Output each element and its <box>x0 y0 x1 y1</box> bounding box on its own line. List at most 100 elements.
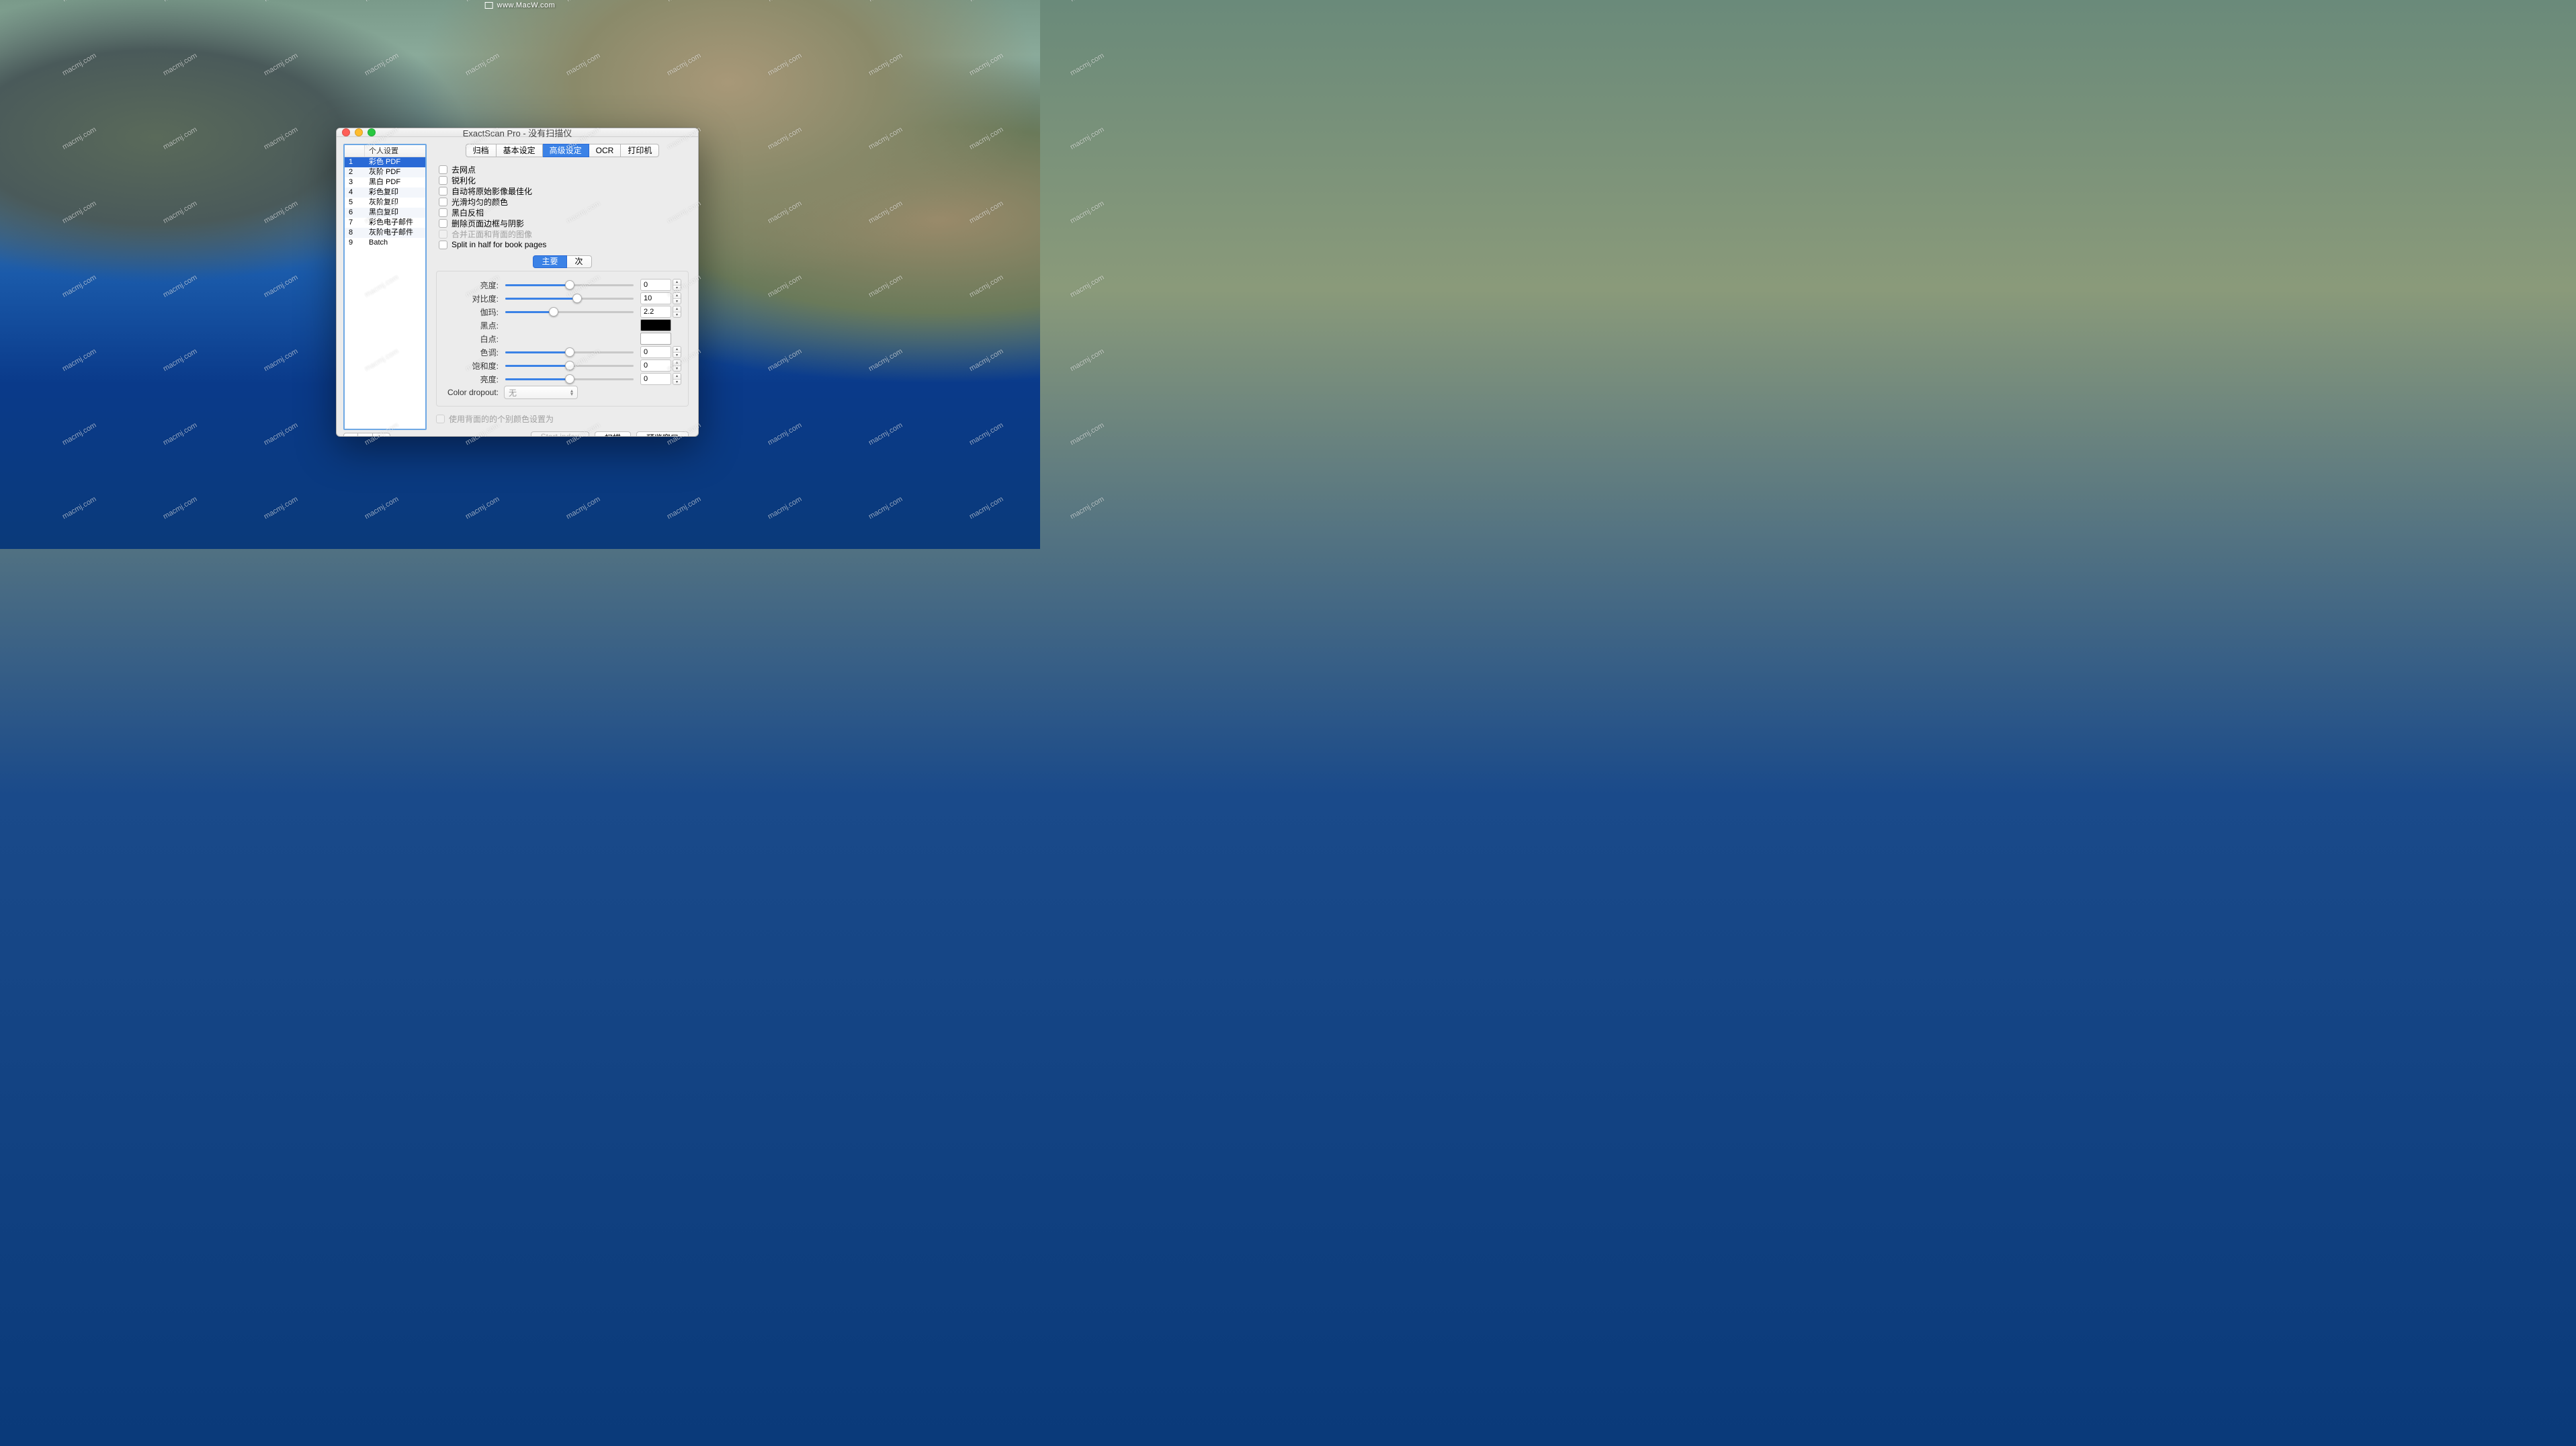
checkbox[interactable] <box>439 165 447 174</box>
list-item-num: 5 <box>345 198 365 208</box>
tab-基本设定[interactable]: 基本设定 <box>497 144 543 157</box>
tab-高级设定[interactable]: 高级设定 <box>543 144 589 157</box>
list-item[interactable]: 4彩色复印 <box>345 187 425 198</box>
tab-OCR[interactable]: OCR <box>589 144 621 157</box>
minimize-icon[interactable] <box>355 128 363 136</box>
slider-row-gamma: 伽玛:2.2▴▾ <box>441 305 681 318</box>
stepper[interactable]: ▴▾ <box>673 373 681 385</box>
watermark: macmj.com <box>162 273 199 300</box>
subtab-次[interactable]: 次 <box>567 255 592 268</box>
watermark: macmj.com <box>767 421 804 448</box>
remove-button[interactable]: − <box>358 433 373 437</box>
chevron-down-icon[interactable]: ▾ <box>673 366 681 372</box>
watermark: macmj.com <box>968 52 1005 78</box>
chevron-down-icon[interactable]: ▾ <box>673 353 681 358</box>
watermark: macmj.com <box>767 0 804 3</box>
color-swatch[interactable] <box>640 319 671 331</box>
slider-brightness[interactable] <box>504 278 635 292</box>
use-back-label: 使用背面的的个别颜色设置为 <box>449 413 554 425</box>
stepper[interactable]: ▴▾ <box>673 346 681 358</box>
watermark: macmj.com <box>867 347 904 374</box>
slider-value[interactable]: 0 <box>640 279 671 291</box>
watermark: macmj.com <box>1069 126 1106 152</box>
chevron-up-icon[interactable]: ▴ <box>673 374 681 380</box>
checkbox-row[interactable]: 去网点 <box>439 164 689 175</box>
scan-button[interactable]: 扫描 <box>595 431 631 437</box>
stepper[interactable]: ▴▾ <box>673 359 681 372</box>
checkbox-row[interactable]: 光滑均匀的颜色 <box>439 196 689 207</box>
tab-打印机[interactable]: 打印机 <box>621 144 659 157</box>
list-item[interactable]: 8灰阶电子邮件 <box>345 228 425 238</box>
watermark: macmj.com <box>666 52 703 78</box>
preview-button[interactable]: 预览窗口 <box>636 431 689 437</box>
chevron-down-icon[interactable]: ▾ <box>673 312 681 318</box>
slider-label: 色调: <box>441 347 504 358</box>
watermark: macmj.com <box>867 52 904 78</box>
watermark: macmj.com <box>162 200 199 226</box>
preset-list[interactable]: 个人设置 1彩色 PDF2灰阶 PDF3黑白 PDF4彩色复印5灰阶复印6黑白复… <box>343 144 427 430</box>
tab-归档[interactable]: 归档 <box>466 144 497 157</box>
chevron-up-icon[interactable]: ▴ <box>673 347 681 353</box>
slider-value[interactable]: 0 <box>640 373 671 385</box>
list-item-num: 9 <box>345 238 365 248</box>
watermark: macmj.com <box>263 421 300 448</box>
titlebar[interactable]: ExactScan Pro - 没有扫描仪 <box>337 128 698 137</box>
list-item[interactable]: 1彩色 PDF <box>345 157 425 167</box>
checkbox-row[interactable]: Split in half for book pages <box>439 239 689 250</box>
sidebar-buttons: + − ✻▾ <box>343 433 427 437</box>
footer: Start index 扫描 预览窗口 <box>436 425 689 437</box>
chevron-up-icon[interactable]: ▴ <box>673 360 681 366</box>
color-dropout-dropdown[interactable]: 无 ▴▾ <box>504 386 578 399</box>
checkbox[interactable] <box>439 208 447 217</box>
checkbox[interactable] <box>439 187 447 196</box>
add-button[interactable]: + <box>343 433 358 437</box>
slider-saturation[interactable] <box>504 359 635 372</box>
slider-value[interactable]: 2.2 <box>640 306 671 318</box>
list-item[interactable]: 5灰阶复印 <box>345 198 425 208</box>
slider-label: 饱和度: <box>441 360 504 372</box>
checkbox-label: 删除页面边框与阴影 <box>452 218 524 229</box>
stepper[interactable]: ▴▾ <box>673 279 681 291</box>
list-item-name: 彩色复印 <box>365 187 425 198</box>
checkbox[interactable] <box>439 219 447 228</box>
slider-value[interactable]: 0 <box>640 346 671 358</box>
list-item[interactable]: 2灰阶 PDF <box>345 167 425 177</box>
checkbox[interactable] <box>439 198 447 206</box>
chevron-up-icon[interactable]: ▴ <box>673 306 681 312</box>
checkbox[interactable] <box>439 176 447 185</box>
close-icon[interactable] <box>342 128 350 136</box>
slider-row-white: 白点: <box>441 332 681 345</box>
slider-gamma[interactable] <box>504 305 635 318</box>
checkbox-row[interactable]: 删除页面边框与阴影 <box>439 218 689 228</box>
gear-button[interactable]: ✻▾ <box>373 433 390 437</box>
chevron-down-icon[interactable]: ▾ <box>673 299 681 304</box>
slider-contrast[interactable] <box>504 292 635 305</box>
checkbox-row[interactable]: 锐利化 <box>439 175 689 185</box>
traffic-lights <box>342 128 376 136</box>
watermark: macmj.com <box>867 200 904 226</box>
chevron-up-icon[interactable]: ▴ <box>673 280 681 286</box>
subtab-主要[interactable]: 主要 <box>533 255 566 268</box>
slider-panel: 亮度:0▴▾对比度:10▴▾伽玛:2.2▴▾黑点:白点:色调:0▴▾饱和度:0▴… <box>436 271 689 407</box>
slider-lightness[interactable] <box>504 372 635 386</box>
slider-hue[interactable] <box>504 345 635 359</box>
checkbox-row[interactable]: 自动将原始影像最佳化 <box>439 185 689 196</box>
zoom-icon[interactable] <box>368 128 376 136</box>
checkbox-row[interactable]: 黑白反相 <box>439 207 689 218</box>
stepper[interactable]: ▴▾ <box>673 292 681 304</box>
watermark-top: www.MacW.com <box>485 1 556 9</box>
checkbox[interactable] <box>439 241 447 249</box>
list-rows: 1彩色 PDF2灰阶 PDF3黑白 PDF4彩色复印5灰阶复印6黑白复印7彩色电… <box>345 157 425 429</box>
list-item[interactable]: 6黑白复印 <box>345 208 425 218</box>
chevron-down-icon[interactable]: ▾ <box>673 286 681 291</box>
stepper[interactable]: ▴▾ <box>673 306 681 318</box>
chevron-up-icon[interactable]: ▴ <box>673 293 681 299</box>
chevron-down-icon[interactable]: ▾ <box>673 380 681 385</box>
tab-bar: 归档基本设定高级设定OCR打印机 <box>436 144 689 157</box>
list-item[interactable]: 3黑白 PDF <box>345 177 425 187</box>
list-item[interactable]: 7彩色电子邮件 <box>345 218 425 228</box>
slider-value[interactable]: 0 <box>640 359 671 372</box>
color-swatch[interactable] <box>640 333 671 345</box>
list-item[interactable]: 9Batch <box>345 238 425 248</box>
slider-value[interactable]: 10 <box>640 292 671 304</box>
